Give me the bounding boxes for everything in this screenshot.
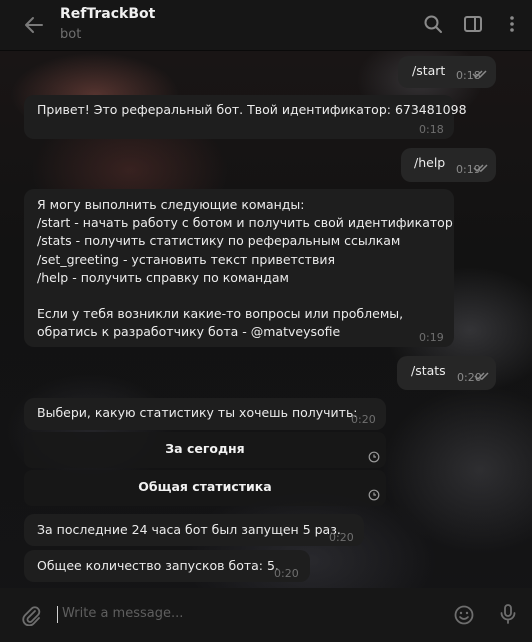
clock-icon [368,489,380,501]
message-incoming[interactable]: Я могу выполнить следующие команды: /sta… [24,189,454,347]
message-line: Если у тебя возникли какие-то вопросы ил… [37,306,404,322]
message-text: За последние 24 часа бот был запущен 5 р… [37,522,341,537]
message-line: /stats - получить статистику по рефераль… [37,233,401,249]
inline-button-today[interactable]: За сегодня [24,432,386,468]
message-text: Выбери, какую статистику ты хочешь получ… [37,405,358,420]
arrow-left-icon[interactable] [22,14,46,36]
message-text: /help [414,155,446,170]
message-line [37,287,453,305]
message-time: 0:20 [274,567,299,580]
double-check-icon [474,372,489,381]
message-line: /set_greeting - установить текст приветс… [37,251,335,267]
message-text: Общее количество запусков бота: 5. [37,558,279,573]
text-caret [57,606,58,623]
message-text: /start [412,63,446,78]
message-line: обратись к разработчику бота - @matveyso… [37,324,341,340]
message-time: 0:19 [419,331,444,344]
message-composer: Write a message... [0,588,532,642]
message-line: Я могу выполнить следующие команды: [37,197,305,212]
message-line: /help - получить справку по командам [37,269,289,285]
message-time: 0:20 [329,531,354,544]
message-incoming[interactable]: Общее количество запусков бота: 5. 0:20 [24,550,310,582]
message-outgoing[interactable]: /start 0:18 [398,56,496,88]
paperclip-icon[interactable] [20,604,42,626]
message-incoming[interactable]: Привет! Это реферальный бот. Твой иденти… [24,95,467,139]
message-text: /stats [411,363,446,378]
clock-icon [368,451,380,463]
microphone-icon[interactable] [497,603,519,625]
chat-subtitle: bot [60,27,82,42]
more-vertical-icon[interactable] [502,14,522,34]
message-body: Я могу выполнить следующие команды: /sta… [37,196,453,341]
sidebar-toggle-icon[interactable] [463,14,483,34]
chat-header: RefTrackBot bot [0,0,532,51]
search-icon[interactable] [423,14,443,34]
message-time: 0:20 [351,413,376,426]
inline-button-label: Общая статистика [138,479,272,494]
inline-button-label: За сегодня [165,441,245,456]
message-incoming[interactable]: Выбери, какую статистику ты хочешь получ… [24,398,386,430]
message-outgoing[interactable]: /help 0:19 [401,148,496,182]
message-time: 0:18 [419,123,444,136]
emoji-icon[interactable] [453,604,475,626]
double-check-icon [472,70,487,79]
double-check-icon [473,164,488,173]
message-text: Привет! Это реферальный бот. Твой иденти… [37,102,467,117]
message-outgoing[interactable]: /stats 0:20 [397,356,496,390]
chat-title[interactable]: RefTrackBot [60,6,155,22]
message-incoming[interactable]: За последние 24 часа бот был запущен 5 р… [24,514,364,546]
message-line: /start - начать работу с ботом и получит… [37,215,453,231]
inline-button-total-stats[interactable]: Общая статистика [24,470,386,506]
message-input[interactable]: Write a message... [62,606,183,621]
